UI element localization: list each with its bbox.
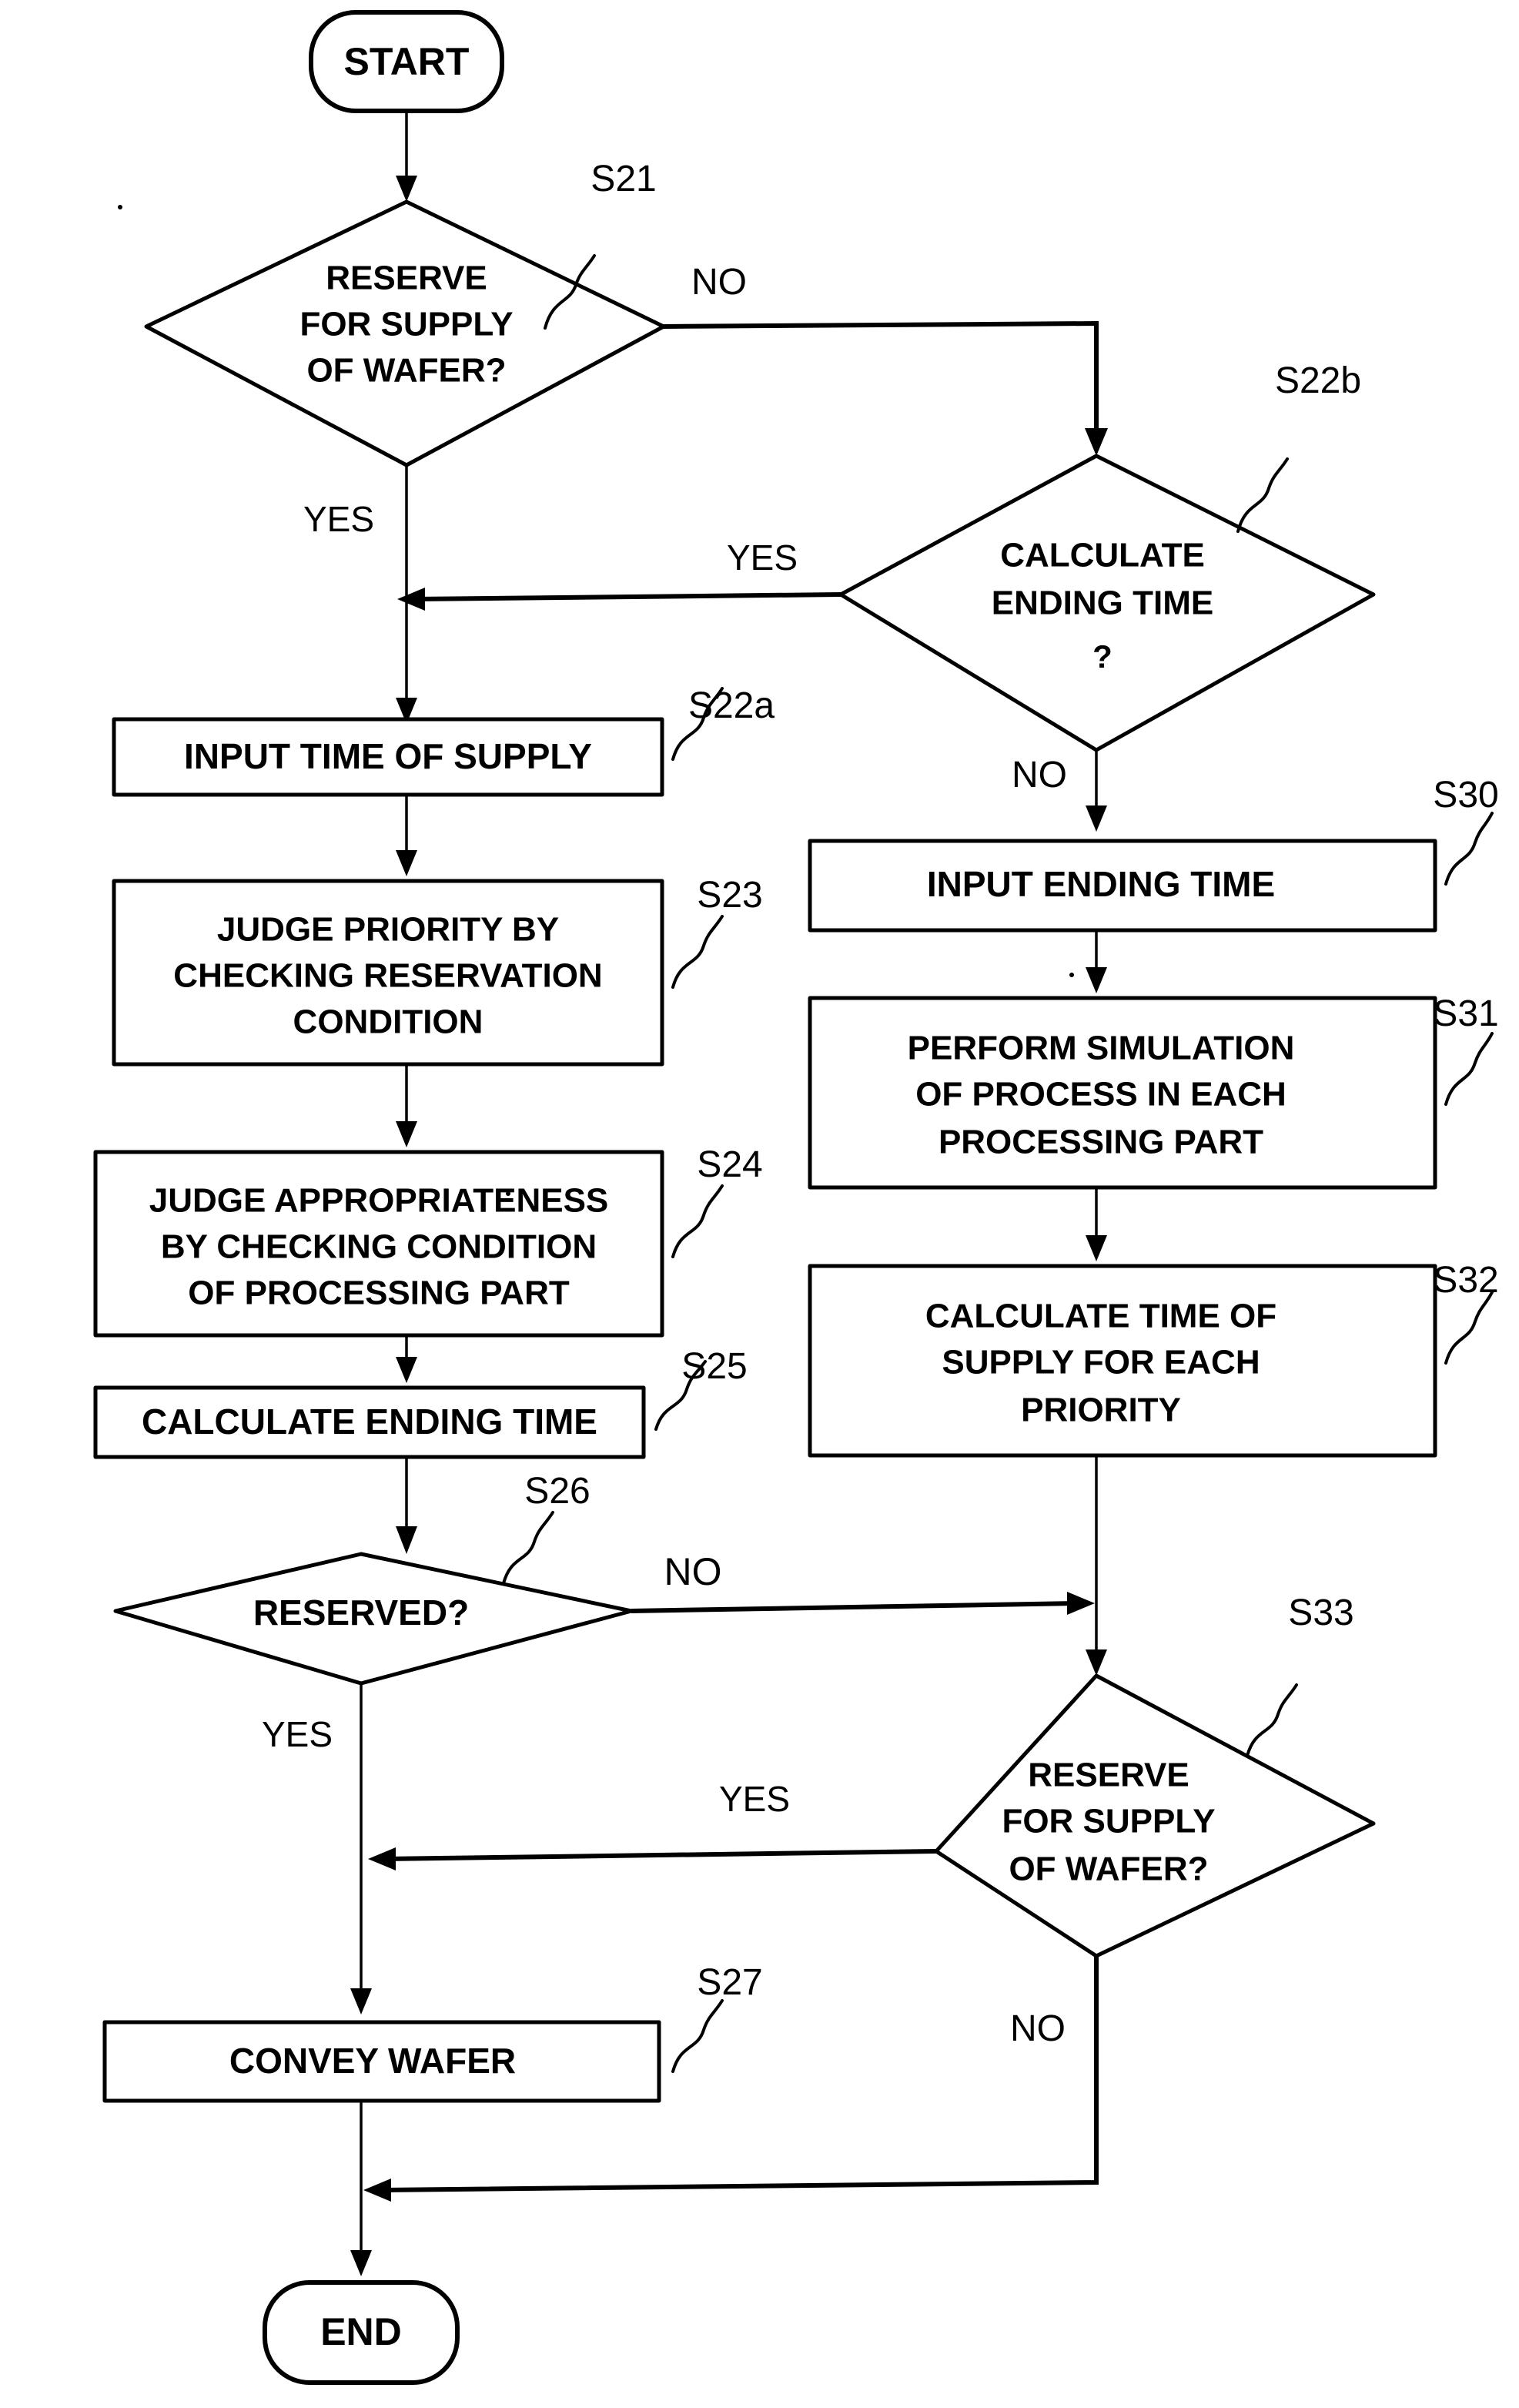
flowchart-canvas: START RESERVE FOR SUPPLY OF WAFER? S21 C… (93, 10, 1499, 2385)
scan-speck (1069, 973, 1074, 977)
step-label-s23: S23 (697, 875, 762, 916)
node-s27[interactable]: CONVEY WAFER (102, 2020, 661, 2103)
node-s23-label-line1: JUDGE PRIORITY BY (217, 911, 559, 949)
step-label-s33: S33 (1288, 1592, 1353, 1633)
node-s25-label-line1: CALCULATE ENDING TIME (142, 1402, 597, 1442)
connector-s32-to-s33 (1086, 1455, 1107, 1676)
step-marker-s32: S32 (1433, 1260, 1499, 1365)
step-label-s27: S27 (697, 1962, 762, 2003)
step-marker-s22a: S22a (671, 685, 775, 761)
node-s33[interactable]: RESERVE FOR SUPPLY OF WAFER? (934, 1673, 1376, 1958)
step-marker-s31: S31 (1433, 993, 1499, 1106)
step-marker-s33: S33 (1246, 1592, 1354, 1757)
node-s31-label-line2: OF PROCESS IN EACH (915, 1076, 1286, 1114)
node-s30[interactable]: INPUT ENDING TIME (808, 839, 1437, 933)
step-marker-s24: S24 (671, 1144, 763, 1258)
node-s24-label-line3: OF PROCESSING PART (188, 1274, 570, 1312)
connector-s33-yes-to-main (368, 1847, 937, 1870)
step-marker-s26: S26 (502, 1471, 591, 1585)
node-s31[interactable]: PERFORM SIMULATION OF PROCESS IN EACH PR… (808, 996, 1437, 1190)
node-s23-label-line3: CONDITION (293, 1003, 483, 1041)
node-start[interactable]: START (309, 10, 504, 113)
node-start-label: START (344, 40, 470, 83)
connector-s31-to-s32 (1086, 1187, 1107, 1261)
scan-speck (118, 205, 122, 209)
node-s31-label-line3: PROCESSING PART (939, 1124, 1263, 1161)
connector-s22a-to-s23 (396, 795, 417, 876)
node-s33-label-line3: OF WAFER? (1009, 1850, 1208, 1888)
node-end-label: END (320, 2310, 402, 2353)
step-label-s26: S26 (524, 1471, 590, 1512)
connector-s22b-yes-to-main (397, 588, 841, 611)
step-label-s25: S25 (681, 1346, 747, 1387)
node-s22a-label-line1: INPUT TIME OF SUPPLY (184, 736, 592, 776)
node-s32-label-line1: CALCULATE TIME OF (925, 1298, 1276, 1335)
node-s23[interactable]: JUDGE PRIORITY BY CHECKING RESERVATION C… (112, 879, 664, 1067)
step-marker-s30: S30 (1433, 775, 1499, 886)
node-s22b-label-line1: CALCULATE (1000, 537, 1205, 574)
node-s31-label-line1: PERFORM SIMULATION (908, 1030, 1295, 1067)
step-label-s31: S31 (1433, 993, 1498, 1034)
node-s25[interactable]: CALCULATE ENDING TIME (93, 1385, 646, 1459)
step-label-s22b: S22b (1275, 360, 1361, 401)
node-s22b-label-line3: ? (1092, 638, 1112, 675)
step-marker-s23: S23 (671, 875, 763, 989)
node-s21[interactable]: RESERVE FOR SUPPLY OF WAFER? (144, 199, 666, 467)
node-s32-label-line2: SUPPLY FOR EACH (942, 1344, 1260, 1382)
node-s26[interactable]: RESERVED? (113, 1552, 634, 1686)
edge-label-s22b-yes: YES (727, 538, 798, 578)
step-label-s21: S21 (591, 159, 656, 199)
connector-s21-no-to-s22b (663, 320, 1108, 456)
connector-s23-to-s24 (396, 1064, 417, 1147)
node-s22b-label-line2: ENDING TIME (992, 584, 1213, 622)
node-s32[interactable]: CALCULATE TIME OF SUPPLY FOR EACH PRIORI… (808, 1264, 1437, 1458)
node-s21-label-line3: OF WAFER? (306, 352, 506, 390)
node-s23-label-line2: CHECKING RESERVATION (173, 957, 602, 995)
connector-start-to-s21 (396, 112, 417, 202)
step-marker-s27: S27 (671, 1962, 763, 2073)
connector-s22b-no-to-s30 (1086, 750, 1107, 832)
step-marker-s22b: S22b (1236, 360, 1361, 533)
node-s33-label-line1: RESERVE (1028, 1757, 1189, 1794)
node-s24-label-line1: JUDGE APPROPRIATENESS (149, 1182, 609, 1220)
node-s26-label-line1: RESERVED? (253, 1592, 469, 1633)
step-marker-s25: S25 (654, 1346, 748, 1431)
edge-label-s33-yes: YES (719, 1779, 790, 1819)
edge-label-s21-no: NO (691, 262, 747, 303)
node-s32-label-line3: PRIORITY (1021, 1392, 1181, 1429)
step-label-s32: S32 (1433, 1260, 1498, 1301)
node-s24[interactable]: JUDGE APPROPRIATENESS BY CHECKING CONDIT… (93, 1150, 664, 1338)
step-label-s30: S30 (1433, 775, 1498, 816)
connector-s30-to-s31 (1086, 930, 1107, 993)
node-s22b[interactable]: CALCULATE ENDING TIME ? (838, 454, 1376, 752)
node-s30-label-line1: INPUT ENDING TIME (927, 864, 1275, 904)
node-s27-label-line1: CONVEY WAFER (229, 2041, 516, 2081)
edge-label-s22b-no: NO (1012, 755, 1067, 795)
node-s22a[interactable]: INPUT TIME OF SUPPLY (112, 717, 664, 797)
node-s33-label-line2: FOR SUPPLY (1002, 1803, 1215, 1840)
connector-s25-to-s26 (396, 1457, 417, 1554)
node-s21-label-line2: FOR SUPPLY (299, 306, 513, 343)
edge-label-s21-yes: YES (303, 499, 374, 539)
step-label-s22a: S22a (688, 685, 775, 726)
node-end[interactable]: END (263, 2280, 460, 2385)
node-s21-label-line1: RESERVE (326, 260, 487, 297)
connector-s26-no-to-s33 (631, 1592, 1095, 1615)
edge-label-s26-no: NO (664, 1550, 722, 1593)
scan-speck (506, 1191, 510, 1196)
connector-s26-yes-down (350, 1683, 372, 2014)
edge-label-s26-yes: YES (262, 1714, 333, 1754)
edge-label-s33-no: NO (1010, 2008, 1066, 2049)
connector-s24-to-s25 (396, 1335, 417, 1383)
node-s24-label-line2: BY CHECKING CONDITION (161, 1228, 597, 1266)
flowchart-page: START RESERVE FOR SUPPLY OF WAFER? S21 C… (0, 0, 1519, 2408)
step-label-s24: S24 (697, 1144, 762, 1185)
